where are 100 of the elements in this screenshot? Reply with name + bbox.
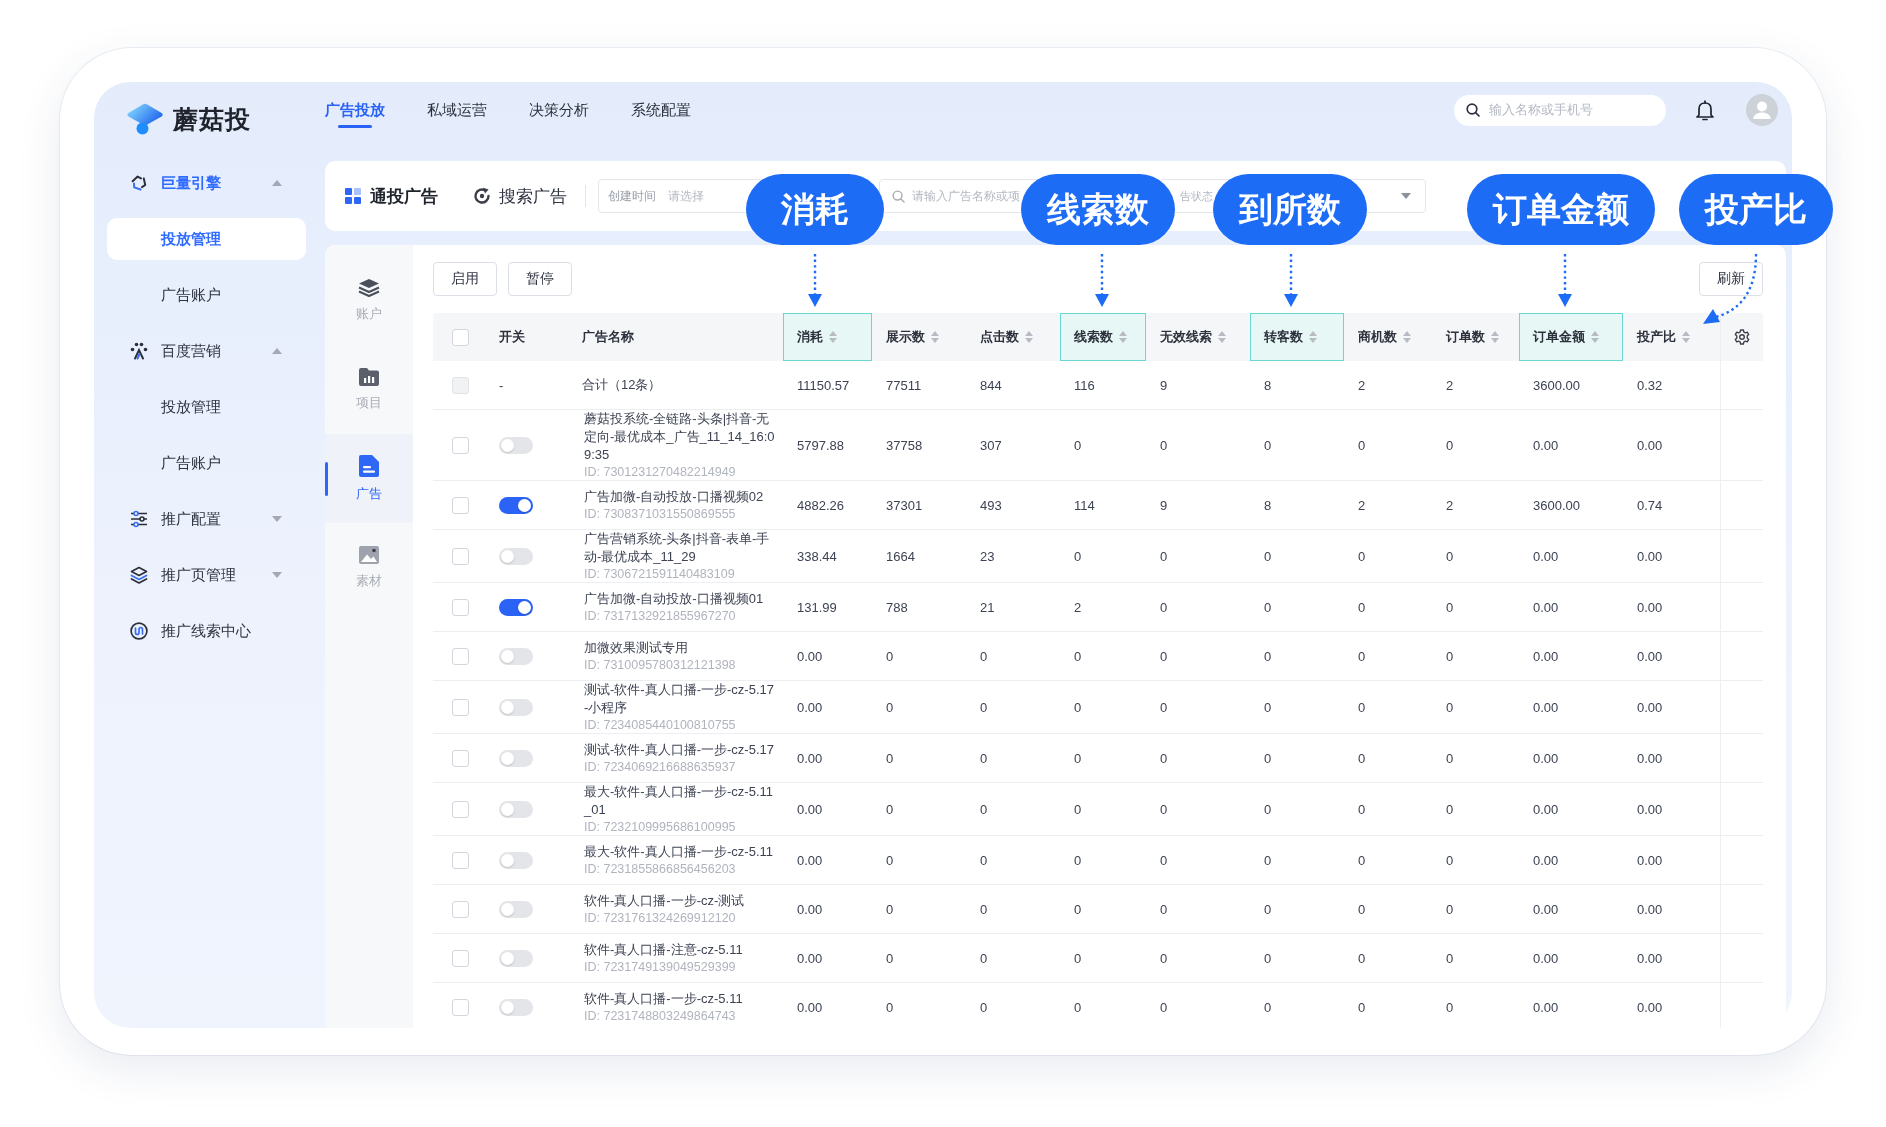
sidebar-item[interactable]: 投放管理: [107, 218, 306, 260]
status-toggle[interactable]: [499, 547, 533, 565]
row-checkbox[interactable]: [452, 496, 469, 514]
metric-value: 0.00: [797, 999, 823, 1015]
nav-tab[interactable]: 私域运营: [427, 82, 487, 138]
status-toggle[interactable]: [499, 900, 533, 918]
metric-value: 0: [1160, 901, 1168, 917]
document-icon: [358, 454, 380, 478]
metric-value: 0: [886, 801, 894, 817]
sort-icon[interactable]: [1218, 331, 1226, 343]
sort-icon[interactable]: [1682, 331, 1690, 343]
metric-value: 5797.88: [797, 437, 844, 453]
nav-tab[interactable]: 决策分析: [529, 82, 589, 138]
folder-chart-icon: [358, 367, 380, 387]
status-toggle[interactable]: [499, 647, 533, 665]
status-toggle[interactable]: [499, 949, 533, 967]
row-checkbox[interactable]: [452, 598, 469, 616]
metric-value: 0: [1358, 437, 1366, 453]
image-icon: [358, 545, 380, 565]
row-checkbox[interactable]: [452, 851, 469, 869]
ad-id: ID: 7308371031550869555: [584, 506, 736, 522]
sort-icon[interactable]: [1403, 331, 1411, 343]
sidebar-group[interactable]: 推广配置: [94, 491, 325, 547]
status-toggle[interactable]: [499, 851, 533, 869]
toolbar-button[interactable]: 启用: [433, 262, 497, 296]
sidebar-item[interactable]: 广告账户: [107, 274, 306, 316]
row-checkbox[interactable]: [452, 547, 469, 565]
rail-tab[interactable]: 广告: [325, 434, 413, 523]
status-toggle[interactable]: [499, 800, 533, 818]
total-value: 844: [980, 377, 1002, 393]
sidebar-item[interactable]: 投放管理: [107, 386, 306, 428]
metric-value: 0: [1358, 648, 1366, 664]
column-label: 订单数: [1446, 328, 1485, 346]
ad-type-tab[interactable]: 搜索广告: [473, 184, 567, 208]
ad-id: ID: 7301231270482214949: [584, 464, 736, 480]
metric-value: 0: [886, 901, 894, 917]
metric-value: 0.00: [1637, 901, 1663, 917]
settings-icon[interactable]: [1734, 329, 1750, 345]
metric-value: 0: [980, 950, 988, 966]
column-label: 线索数: [1074, 328, 1113, 346]
toolbar-button[interactable]: 暂停: [508, 262, 572, 296]
metric-value: 0.00: [1637, 999, 1663, 1015]
row-checkbox[interactable]: [452, 749, 469, 767]
metric-value: 0.00: [1533, 548, 1559, 564]
metric-value: 0.00: [1533, 999, 1559, 1015]
sort-icon[interactable]: [1309, 331, 1317, 343]
metric-value: 0.00: [1533, 801, 1559, 817]
total-value: 0.32: [1637, 377, 1663, 393]
metric-value: 0: [1264, 548, 1272, 564]
callout-tooltip: 订单金额: [1467, 174, 1655, 245]
row-checkbox[interactable]: [452, 436, 469, 454]
metric-value: 493: [980, 497, 1002, 513]
metric-value: 0.00: [1637, 801, 1663, 817]
metric-value: 2: [1446, 497, 1454, 513]
metric-value: 0.00: [1533, 648, 1559, 664]
select-all-checkbox[interactable]: [452, 328, 469, 346]
sidebar-link[interactable]: 推广线索中心: [94, 603, 325, 659]
metric-value: 0.00: [797, 699, 823, 715]
sort-icon[interactable]: [829, 331, 837, 343]
sort-icon[interactable]: [1025, 331, 1033, 343]
metric-value: 37301: [886, 497, 923, 513]
status-toggle[interactable]: [499, 998, 533, 1016]
status-toggle[interactable]: [499, 698, 533, 716]
status-toggle[interactable]: [499, 598, 533, 616]
status-toggle[interactable]: [499, 496, 533, 514]
sidebar-item[interactable]: 广告账户: [107, 442, 306, 484]
metric-value: 0.00: [1637, 852, 1663, 868]
metric-value: 114: [1074, 497, 1095, 513]
search-icon: [1466, 103, 1480, 117]
nav-tab[interactable]: 系统配置: [631, 82, 691, 138]
row-checkbox[interactable]: [452, 647, 469, 665]
sidebar-group[interactable]: 百度营销: [94, 323, 325, 379]
sidebar-group[interactable]: 巨量引擎: [94, 155, 325, 211]
metric-value: 0: [1358, 599, 1366, 615]
sort-icon[interactable]: [1591, 331, 1599, 343]
refresh-button[interactable]: 刷新: [1699, 262, 1763, 296]
row-checkbox[interactable]: [452, 900, 469, 918]
avatar-icon[interactable]: [1746, 94, 1778, 126]
bell-icon[interactable]: [1696, 99, 1714, 121]
metric-value: 0: [1264, 437, 1272, 453]
metric-value: 0.00: [1637, 599, 1663, 615]
row-checkbox[interactable]: [452, 800, 469, 818]
sidebar-group[interactable]: 推广页管理: [94, 547, 325, 603]
status-toggle[interactable]: [499, 749, 533, 767]
row-checkbox[interactable]: [452, 698, 469, 716]
metric-value: 0: [886, 999, 894, 1015]
nav-tab[interactable]: 广告投放: [325, 82, 385, 138]
metric-value: 788: [886, 599, 908, 615]
metric-value: 0.00: [797, 950, 823, 966]
total-value: 11150.57: [797, 377, 850, 393]
row-checkbox[interactable]: [452, 998, 469, 1016]
metric-value: 0.00: [797, 648, 823, 664]
row-checkbox[interactable]: [452, 949, 469, 967]
status-toggle[interactable]: [499, 436, 533, 454]
sort-icon[interactable]: [1491, 331, 1499, 343]
sort-icon[interactable]: [931, 331, 939, 343]
ad-type-tab[interactable]: 通投广告: [345, 184, 438, 208]
sort-icon[interactable]: [1119, 331, 1127, 343]
metric-value: 0: [1160, 437, 1168, 453]
metric-value: 0: [1358, 950, 1366, 966]
